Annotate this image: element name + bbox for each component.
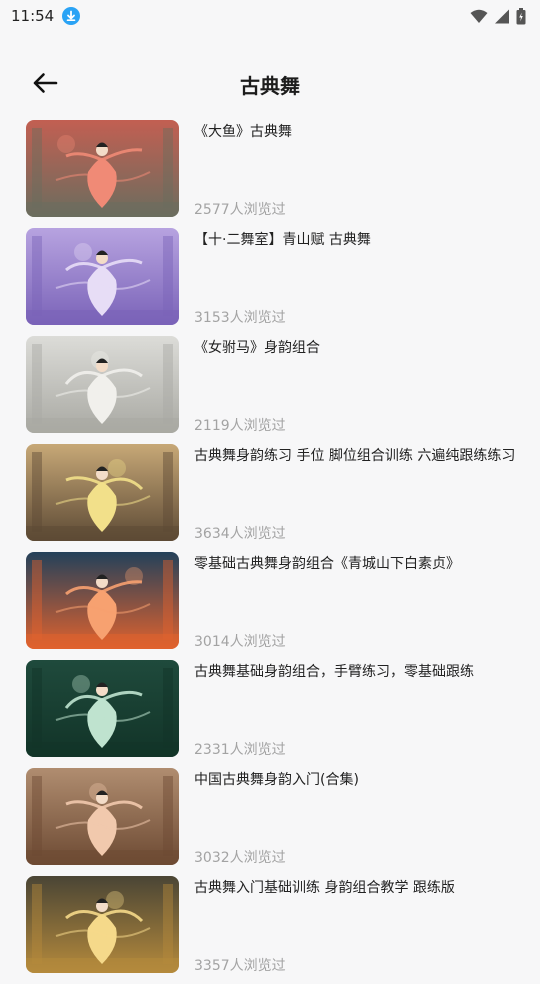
video-title: 中国古典舞身韵入门(合集) (194, 772, 359, 788)
video-thumbnail[interactable] (26, 336, 179, 433)
view-count: 3634人浏览过 (194, 526, 286, 542)
status-bar: 11:54 (0, 0, 540, 32)
view-count: 3032人浏览过 (194, 850, 286, 866)
video-list: 《大鱼》古典舞 2577人浏览过 【十·二舞室】青山赋 古典舞 3153人浏览过… (0, 120, 540, 984)
video-title: 《女驸马》身韵组合 (194, 340, 320, 356)
battery-icon (516, 7, 526, 24)
video-thumbnail[interactable] (26, 120, 179, 217)
view-count: 3014人浏览过 (194, 634, 286, 650)
list-item[interactable]: 古典舞身韵练习 手位 脚位组合训练 六遍纯跟练练习 3634人浏览过 (0, 444, 540, 552)
video-title: 零基础古典舞身韵组合《青城山下白素贞》 (194, 556, 460, 572)
dancer-illustration (26, 768, 179, 865)
list-item[interactable]: 《女驸马》身韵组合 2119人浏览过 (0, 336, 540, 444)
video-thumbnail[interactable] (26, 660, 179, 757)
app-bar: 古典舞 (0, 58, 540, 110)
status-time: 11:54 (11, 7, 55, 25)
list-item[interactable]: 中国古典舞身韵入门(合集) 3032人浏览过 (0, 768, 540, 876)
list-item[interactable]: 古典舞入门基础训练 身韵组合教学 跟练版 3357人浏览过 (0, 876, 540, 984)
dancer-illustration (26, 120, 179, 217)
view-count: 3357人浏览过 (194, 958, 286, 974)
video-title: 古典舞入门基础训练 身韵组合教学 跟练版 (194, 880, 455, 896)
video-title: 古典舞基础身韵组合，手臂练习，零基础跟练 (194, 664, 474, 680)
wifi-icon (470, 9, 488, 23)
dancer-illustration (26, 228, 179, 325)
list-item[interactable]: 零基础古典舞身韵组合《青城山下白素贞》 3014人浏览过 (0, 552, 540, 660)
video-title: 【十·二舞室】青山赋 古典舞 (194, 232, 371, 248)
list-item[interactable]: 【十·二舞室】青山赋 古典舞 3153人浏览过 (0, 228, 540, 336)
video-thumbnail[interactable] (26, 228, 179, 325)
dancer-illustration (26, 876, 179, 973)
video-thumbnail[interactable] (26, 768, 179, 865)
view-count: 2119人浏览过 (194, 418, 286, 434)
video-title: 《大鱼》古典舞 (194, 124, 292, 140)
view-count: 2331人浏览过 (194, 742, 286, 758)
dancer-illustration (26, 660, 179, 757)
page-title: 古典舞 (240, 74, 300, 98)
download-icon (62, 7, 81, 25)
list-item[interactable]: 古典舞基础身韵组合，手臂练习，零基础跟练 2331人浏览过 (0, 660, 540, 768)
dancer-illustration (26, 444, 179, 541)
video-thumbnail[interactable] (26, 444, 179, 541)
view-count: 3153人浏览过 (194, 310, 286, 326)
view-count: 2577人浏览过 (194, 202, 286, 218)
video-thumbnail[interactable] (26, 552, 179, 649)
dancer-illustration (26, 336, 179, 433)
signal-icon (495, 9, 509, 23)
dancer-illustration (26, 552, 179, 649)
video-title: 古典舞身韵练习 手位 脚位组合训练 六遍纯跟练练习 (194, 448, 516, 464)
list-item[interactable]: 《大鱼》古典舞 2577人浏览过 (0, 120, 540, 228)
video-thumbnail[interactable] (26, 876, 179, 973)
